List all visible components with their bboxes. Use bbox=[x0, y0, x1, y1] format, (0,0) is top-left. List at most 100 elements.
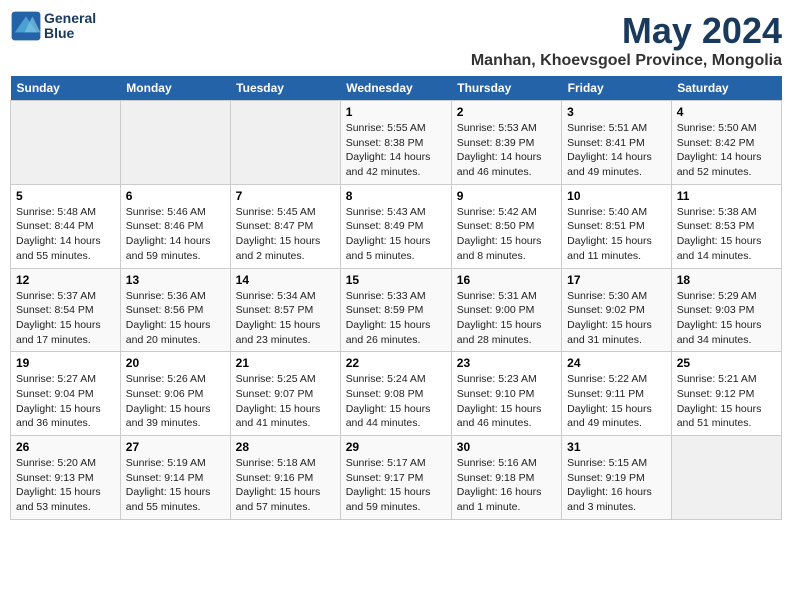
day-info: Sunrise: 5:37 AM Sunset: 8:54 PM Dayligh… bbox=[16, 289, 115, 348]
day-info: Sunrise: 5:46 AM Sunset: 8:46 PM Dayligh… bbox=[126, 205, 225, 264]
day-number: 26 bbox=[16, 440, 115, 454]
day-number: 1 bbox=[346, 105, 446, 119]
day-info: Sunrise: 5:27 AM Sunset: 9:04 PM Dayligh… bbox=[16, 372, 115, 431]
day-info: Sunrise: 5:36 AM Sunset: 8:56 PM Dayligh… bbox=[126, 289, 225, 348]
day-number: 23 bbox=[457, 356, 556, 370]
day-cell: 28 Sunrise: 5:18 AM Sunset: 9:16 PM Dayli… bbox=[230, 436, 340, 520]
logo-text: General Blue bbox=[44, 11, 96, 42]
day-cell bbox=[120, 101, 230, 185]
day-cell: 7 Sunrise: 5:45 AM Sunset: 8:47 PM Daylig… bbox=[230, 184, 340, 268]
day-cell bbox=[11, 101, 121, 185]
day-info: Sunrise: 5:55 AM Sunset: 8:38 PM Dayligh… bbox=[346, 121, 446, 180]
day-info: Sunrise: 5:40 AM Sunset: 8:51 PM Dayligh… bbox=[567, 205, 666, 264]
day-cell: 23 Sunrise: 5:23 AM Sunset: 9:10 PM Dayli… bbox=[451, 352, 561, 436]
day-number: 28 bbox=[236, 440, 335, 454]
day-info: Sunrise: 5:18 AM Sunset: 9:16 PM Dayligh… bbox=[236, 456, 335, 515]
day-header-friday: Friday bbox=[562, 76, 672, 101]
logo-line1: General bbox=[44, 11, 96, 26]
day-cell bbox=[671, 436, 781, 520]
day-info: Sunrise: 5:25 AM Sunset: 9:07 PM Dayligh… bbox=[236, 372, 335, 431]
day-info: Sunrise: 5:45 AM Sunset: 8:47 PM Dayligh… bbox=[236, 205, 335, 264]
week-row-3: 12 Sunrise: 5:37 AM Sunset: 8:54 PM Dayli… bbox=[11, 268, 782, 352]
day-header-sunday: Sunday bbox=[11, 76, 121, 101]
day-info: Sunrise: 5:17 AM Sunset: 9:17 PM Dayligh… bbox=[346, 456, 446, 515]
day-cell: 15 Sunrise: 5:33 AM Sunset: 8:59 PM Dayli… bbox=[340, 268, 451, 352]
day-number: 11 bbox=[677, 189, 776, 203]
day-cell: 10 Sunrise: 5:40 AM Sunset: 8:51 PM Dayli… bbox=[562, 184, 672, 268]
week-row-5: 26 Sunrise: 5:20 AM Sunset: 9:13 PM Dayli… bbox=[11, 436, 782, 520]
day-number: 29 bbox=[346, 440, 446, 454]
day-number: 4 bbox=[677, 105, 776, 119]
day-cell: 21 Sunrise: 5:25 AM Sunset: 9:07 PM Dayli… bbox=[230, 352, 340, 436]
day-number: 17 bbox=[567, 273, 666, 287]
day-info: Sunrise: 5:34 AM Sunset: 8:57 PM Dayligh… bbox=[236, 289, 335, 348]
day-info: Sunrise: 5:33 AM Sunset: 8:59 PM Dayligh… bbox=[346, 289, 446, 348]
day-info: Sunrise: 5:20 AM Sunset: 9:13 PM Dayligh… bbox=[16, 456, 115, 515]
day-info: Sunrise: 5:21 AM Sunset: 9:12 PM Dayligh… bbox=[677, 372, 776, 431]
day-info: Sunrise: 5:23 AM Sunset: 9:10 PM Dayligh… bbox=[457, 372, 556, 431]
day-info: Sunrise: 5:53 AM Sunset: 8:39 PM Dayligh… bbox=[457, 121, 556, 180]
day-cell: 26 Sunrise: 5:20 AM Sunset: 9:13 PM Dayli… bbox=[11, 436, 121, 520]
day-number: 24 bbox=[567, 356, 666, 370]
location: Manhan, Khoevsgoel Province, Mongolia bbox=[471, 52, 782, 70]
day-number: 10 bbox=[567, 189, 666, 203]
day-cell: 8 Sunrise: 5:43 AM Sunset: 8:49 PM Daylig… bbox=[340, 184, 451, 268]
day-number: 8 bbox=[346, 189, 446, 203]
day-number: 15 bbox=[346, 273, 446, 287]
day-cell: 22 Sunrise: 5:24 AM Sunset: 9:08 PM Dayli… bbox=[340, 352, 451, 436]
day-info: Sunrise: 5:51 AM Sunset: 8:41 PM Dayligh… bbox=[567, 121, 666, 180]
day-number: 31 bbox=[567, 440, 666, 454]
day-number: 20 bbox=[126, 356, 225, 370]
day-cell: 20 Sunrise: 5:26 AM Sunset: 9:06 PM Dayli… bbox=[120, 352, 230, 436]
day-header-tuesday: Tuesday bbox=[230, 76, 340, 101]
day-number: 18 bbox=[677, 273, 776, 287]
day-number: 5 bbox=[16, 189, 115, 203]
day-info: Sunrise: 5:31 AM Sunset: 9:00 PM Dayligh… bbox=[457, 289, 556, 348]
day-cell: 30Sunrise: 5:16 AM Sunset: 9:18 PM Dayli… bbox=[451, 436, 561, 520]
day-cell: 1 Sunrise: 5:55 AM Sunset: 8:38 PM Daylig… bbox=[340, 101, 451, 185]
logo: General Blue bbox=[10, 10, 96, 42]
day-number: 27 bbox=[126, 440, 225, 454]
day-header-wednesday: Wednesday bbox=[340, 76, 451, 101]
day-cell: 9Sunrise: 5:42 AM Sunset: 8:50 PM Daylig… bbox=[451, 184, 561, 268]
day-info: Sunrise: 5:16 AM Sunset: 9:18 PM Dayligh… bbox=[457, 456, 556, 515]
day-info: Sunrise: 5:43 AM Sunset: 8:49 PM Dayligh… bbox=[346, 205, 446, 264]
day-cell: 18Sunrise: 5:29 AM Sunset: 9:03 PM Dayli… bbox=[671, 268, 781, 352]
day-number: 21 bbox=[236, 356, 335, 370]
week-row-4: 19Sunrise: 5:27 AM Sunset: 9:04 PM Dayli… bbox=[11, 352, 782, 436]
day-info: Sunrise: 5:15 AM Sunset: 9:19 PM Dayligh… bbox=[567, 456, 666, 515]
week-row-1: 1 Sunrise: 5:55 AM Sunset: 8:38 PM Daylig… bbox=[11, 101, 782, 185]
day-info: Sunrise: 5:19 AM Sunset: 9:14 PM Dayligh… bbox=[126, 456, 225, 515]
day-number: 14 bbox=[236, 273, 335, 287]
day-cell: 29 Sunrise: 5:17 AM Sunset: 9:17 PM Dayli… bbox=[340, 436, 451, 520]
day-number: 7 bbox=[236, 189, 335, 203]
day-number: 16 bbox=[457, 273, 556, 287]
day-number: 13 bbox=[126, 273, 225, 287]
title-block: May 2024 Manhan, Khoevsgoel Province, Mo… bbox=[471, 10, 782, 70]
day-cell: 27 Sunrise: 5:19 AM Sunset: 9:14 PM Dayli… bbox=[120, 436, 230, 520]
calendar-table: SundayMondayTuesdayWednesdayThursdayFrid… bbox=[10, 76, 782, 520]
day-number: 12 bbox=[16, 273, 115, 287]
logo-line2: Blue bbox=[44, 26, 96, 41]
day-info: Sunrise: 5:42 AM Sunset: 8:50 PM Dayligh… bbox=[457, 205, 556, 264]
day-info: Sunrise: 5:48 AM Sunset: 8:44 PM Dayligh… bbox=[16, 205, 115, 264]
day-cell: 13 Sunrise: 5:36 AM Sunset: 8:56 PM Dayli… bbox=[120, 268, 230, 352]
day-cell: 11 Sunrise: 5:38 AM Sunset: 8:53 PM Dayli… bbox=[671, 184, 781, 268]
day-header-saturday: Saturday bbox=[671, 76, 781, 101]
day-cell: 25Sunrise: 5:21 AM Sunset: 9:12 PM Dayli… bbox=[671, 352, 781, 436]
day-info: Sunrise: 5:24 AM Sunset: 9:08 PM Dayligh… bbox=[346, 372, 446, 431]
day-header-monday: Monday bbox=[120, 76, 230, 101]
day-cell: 24Sunrise: 5:22 AM Sunset: 9:11 PM Dayli… bbox=[562, 352, 672, 436]
week-row-2: 5 Sunrise: 5:48 AM Sunset: 8:44 PM Daylig… bbox=[11, 184, 782, 268]
day-cell: 19Sunrise: 5:27 AM Sunset: 9:04 PM Dayli… bbox=[11, 352, 121, 436]
day-info: Sunrise: 5:26 AM Sunset: 9:06 PM Dayligh… bbox=[126, 372, 225, 431]
day-info: Sunrise: 5:50 AM Sunset: 8:42 PM Dayligh… bbox=[677, 121, 776, 180]
day-cell: 3Sunrise: 5:51 AM Sunset: 8:41 PM Daylig… bbox=[562, 101, 672, 185]
day-info: Sunrise: 5:38 AM Sunset: 8:53 PM Dayligh… bbox=[677, 205, 776, 264]
day-number: 22 bbox=[346, 356, 446, 370]
logo-icon bbox=[10, 10, 42, 42]
day-info: Sunrise: 5:30 AM Sunset: 9:02 PM Dayligh… bbox=[567, 289, 666, 348]
day-cell: 31 Sunrise: 5:15 AM Sunset: 9:19 PM Dayli… bbox=[562, 436, 672, 520]
day-cell: 5 Sunrise: 5:48 AM Sunset: 8:44 PM Daylig… bbox=[11, 184, 121, 268]
days-header-row: SundayMondayTuesdayWednesdayThursdayFrid… bbox=[11, 76, 782, 101]
